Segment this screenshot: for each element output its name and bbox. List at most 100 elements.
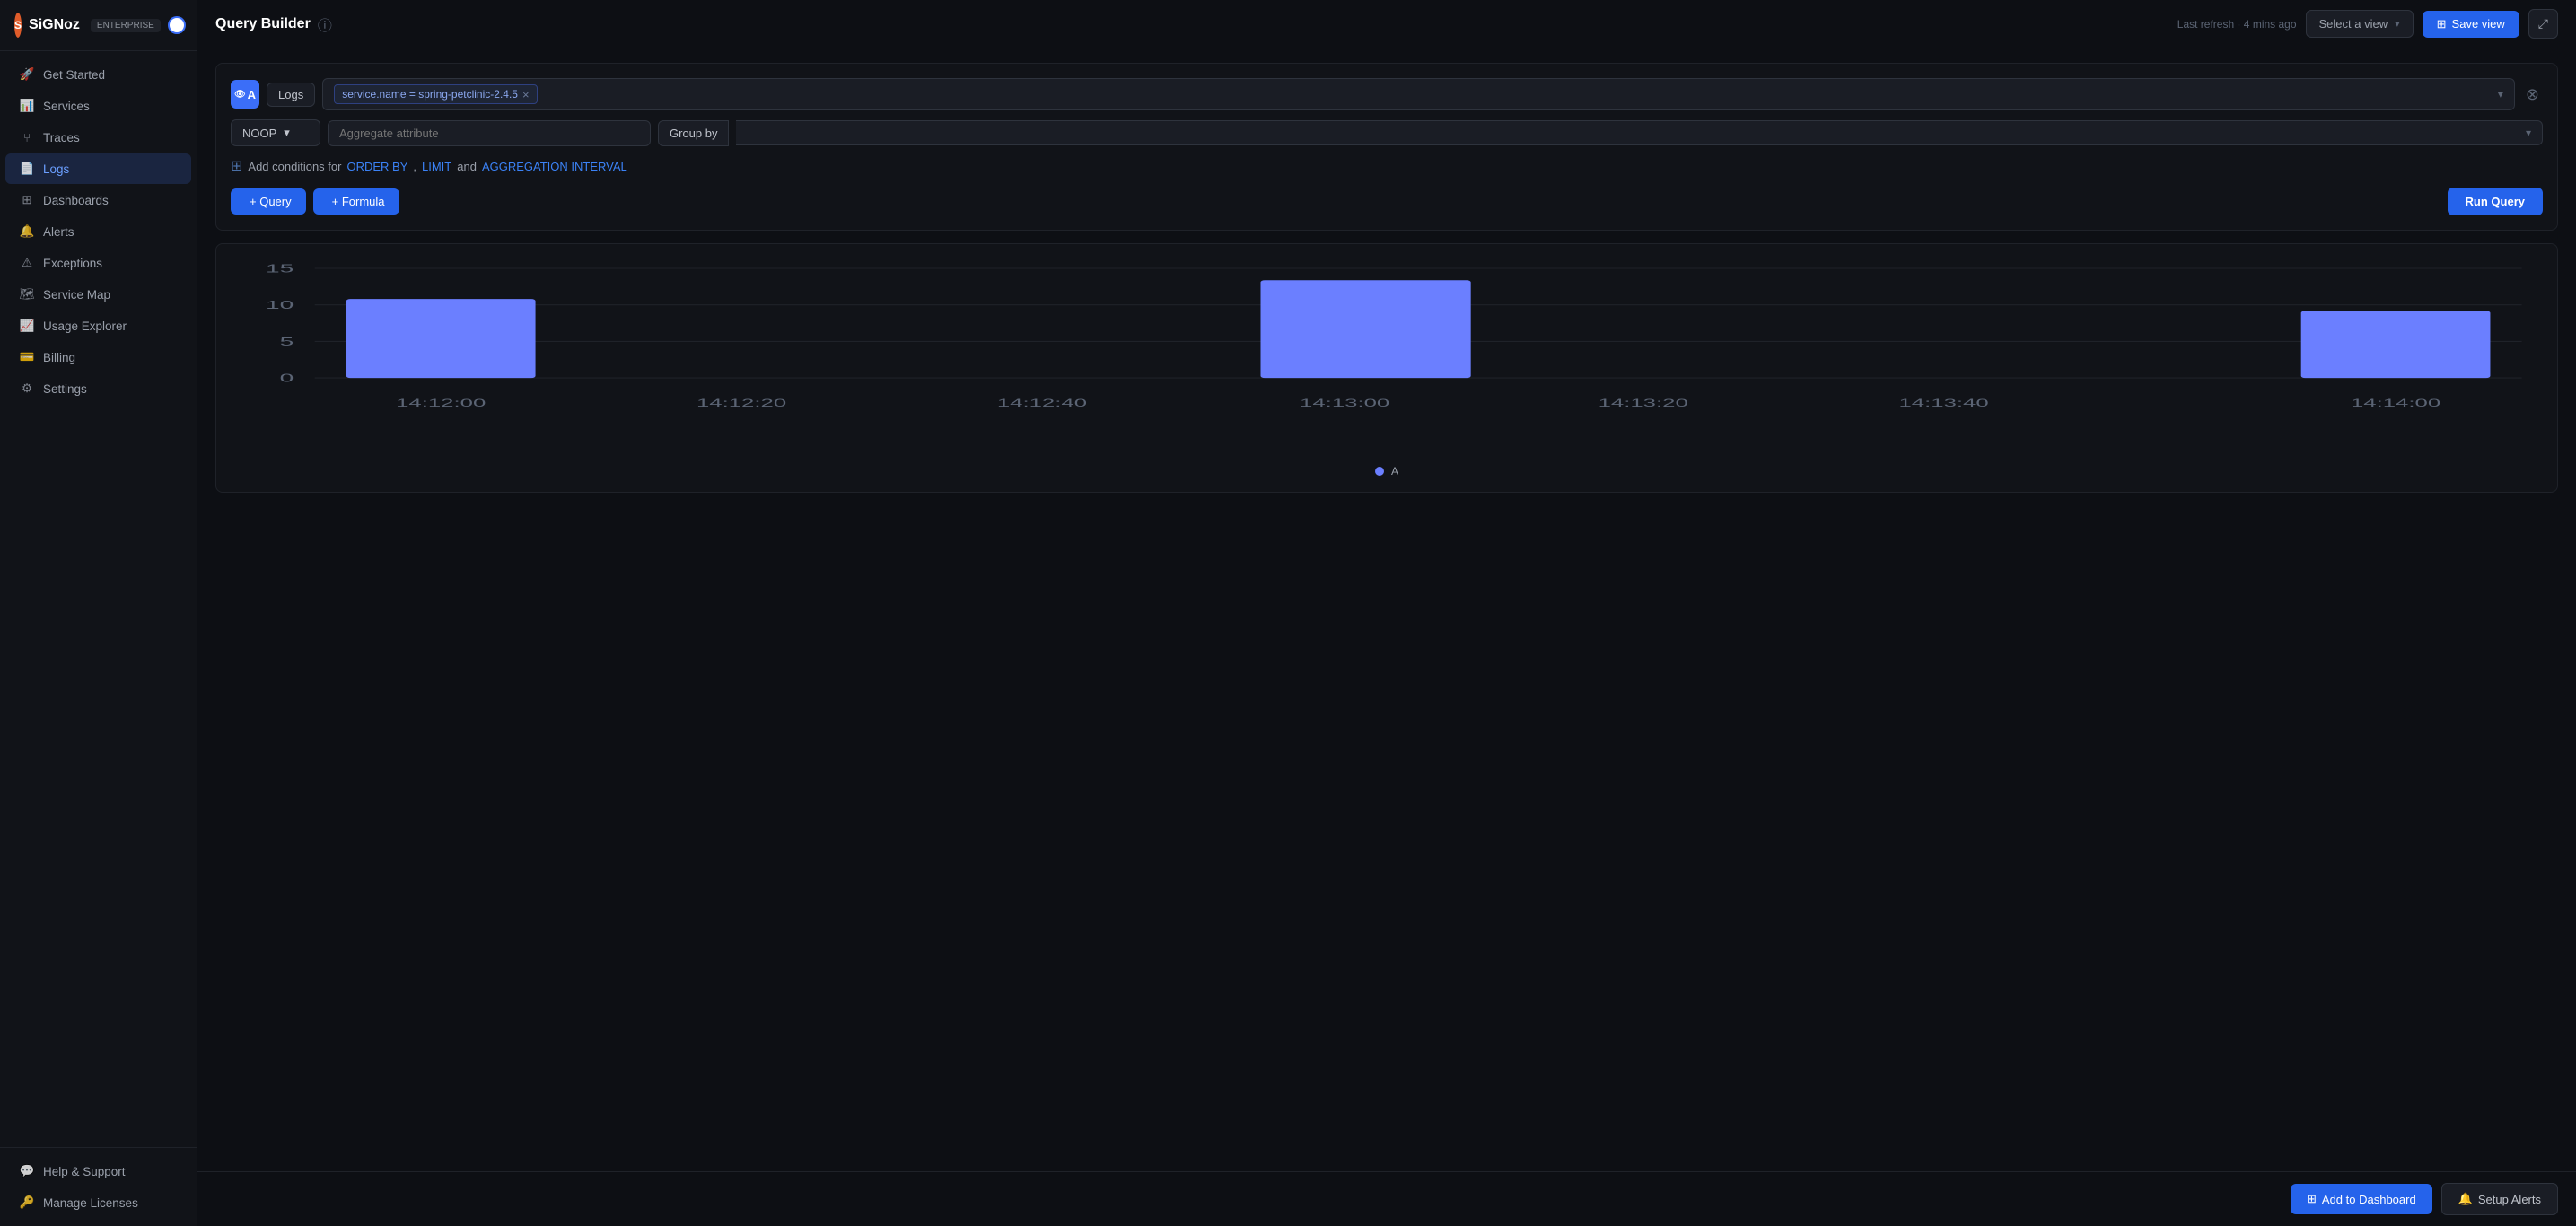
svg-text:14:12:00: 14:12:00 xyxy=(396,398,486,409)
add-conditions-icon[interactable]: ⊞ xyxy=(231,157,242,175)
page-title: Query Builder xyxy=(215,16,311,32)
sidebar-item-settings[interactable]: ⚙ Settings xyxy=(5,373,191,404)
filter-tag: service.name = spring-petclinic-2.4.5 × xyxy=(334,84,537,104)
svg-text:14:13:00: 14:13:00 xyxy=(1300,398,1389,409)
svg-text:14:13:20: 14:13:20 xyxy=(1599,398,1688,409)
content-area: 👁 A Logs service.name = spring-petclinic… xyxy=(197,48,2576,1171)
topbar-right: Last refresh · 4 mins ago Select a view … xyxy=(2177,9,2558,39)
setup-alerts-button[interactable]: 🔔 Setup Alerts xyxy=(2441,1183,2558,1215)
logo-icon: S xyxy=(14,13,22,38)
sidebar-item-label: Manage Licenses xyxy=(43,1196,138,1210)
sidebar-item-label: Traces xyxy=(43,131,80,144)
svg-text:14:13:40: 14:13:40 xyxy=(1898,398,1988,409)
sidebar-item-label: Billing xyxy=(43,351,75,364)
query-label-a[interactable]: 👁 A xyxy=(231,80,259,109)
group-by-chevron-icon: ▾ xyxy=(2526,127,2531,139)
filter-field[interactable]: service.name = spring-petclinic-2.4.5 × … xyxy=(322,78,2515,110)
settings-icon: ⚙ xyxy=(20,381,34,396)
sidebar-footer: 💬 Help & Support 🔑 Manage Licenses xyxy=(0,1147,197,1226)
select-view-label: Select a view xyxy=(2319,17,2388,31)
sidebar-item-label: Settings xyxy=(43,382,87,396)
theme-toggle-knob xyxy=(170,18,184,32)
chevron-down-icon: ▾ xyxy=(2395,18,2400,30)
sidebar-item-service-map[interactable]: 🗺 Service Map xyxy=(5,279,191,310)
alert-triangle-icon: ⚠ xyxy=(20,256,34,270)
sidebar-item-help-support[interactable]: 💬 Help & Support xyxy=(5,1156,191,1187)
add-to-dashboard-button[interactable]: ⊞ Add to Dashboard xyxy=(2291,1184,2432,1214)
sidebar-item-logs[interactable]: 📄 Logs xyxy=(5,153,191,184)
select-view-button[interactable]: Select a view ▾ xyxy=(2306,10,2414,38)
svg-text:14:12:40: 14:12:40 xyxy=(997,398,1087,409)
aggregation-select[interactable]: NOOP ▾ xyxy=(231,119,320,146)
logo-text: SiGNoz xyxy=(29,17,80,33)
aggregate-attribute-input[interactable] xyxy=(328,120,651,146)
git-branch-icon: ⑂ xyxy=(20,130,34,144)
query-close-button[interactable]: ⊗ xyxy=(2522,83,2543,106)
add-formula-button[interactable]: + Formula xyxy=(313,188,399,215)
sidebar-item-label: Usage Explorer xyxy=(43,320,127,333)
sidebar-item-usage-explorer[interactable]: 📈 Usage Explorer xyxy=(5,311,191,341)
topbar-left: Query Builder ⓘ xyxy=(215,13,332,35)
add-query-button[interactable]: + Query xyxy=(231,188,306,215)
agg-chevron-icon: ▾ xyxy=(284,126,290,140)
svg-text:14:14:00: 14:14:00 xyxy=(2351,398,2440,409)
add-dashboard-label: Add to Dashboard xyxy=(2322,1193,2416,1206)
filter-tag-close-icon[interactable]: × xyxy=(522,89,530,101)
query-actions: + Query + Formula Run Query xyxy=(231,188,2543,215)
alerts-icon: 🔔 xyxy=(2458,1192,2473,1206)
theme-toggle[interactable] xyxy=(168,16,186,34)
query-id: A xyxy=(248,88,256,101)
sidebar-item-label: Service Map xyxy=(43,288,110,302)
bar-chart-icon: 📊 xyxy=(20,99,34,113)
sidebar-item-get-started[interactable]: 🚀 Get Started xyxy=(5,59,191,90)
sidebar-item-alerts[interactable]: 🔔 Alerts xyxy=(5,216,191,247)
sidebar-header: S SiGNoz ENTERPRISE xyxy=(0,0,197,51)
sidebar-item-dashboards[interactable]: ⊞ Dashboards xyxy=(5,185,191,215)
chart-svg: 15 10 5 0 14:12:00 14:12:20 14:12:40 14: xyxy=(231,258,2543,456)
sidebar-item-label: Dashboards xyxy=(43,194,109,207)
sidebar-item-services[interactable]: 📊 Services xyxy=(5,91,191,121)
share-icon: ⤢ xyxy=(2538,16,2548,31)
sidebar-item-traces[interactable]: ⑂ Traces xyxy=(5,122,191,153)
file-text-icon: 📄 xyxy=(20,162,34,176)
conditions-text: Add conditions for xyxy=(248,160,341,173)
chart-panel: 15 10 5 0 14:12:00 14:12:20 14:12:40 14: xyxy=(215,243,2558,493)
filter-chevron-icon: ▾ xyxy=(2498,88,2503,101)
add-query-label: + Query xyxy=(250,195,292,208)
trending-up-icon: 📈 xyxy=(20,319,34,333)
chart-container: 15 10 5 0 14:12:00 14:12:20 14:12:40 14: xyxy=(231,258,2543,456)
sidebar-item-label: Logs xyxy=(43,162,69,176)
query-builder-panel: 👁 A Logs service.name = spring-petclinic… xyxy=(215,63,2558,231)
run-query-label: Run Query xyxy=(2466,195,2525,208)
group-by-value[interactable]: ▾ xyxy=(736,120,2543,145)
save-view-button[interactable]: ⊞ Save view xyxy=(2423,11,2519,38)
sidebar-item-label: Help & Support xyxy=(43,1165,126,1178)
legend-dot-a xyxy=(1375,467,1384,476)
aggregation-row: NOOP ▾ Group by ▾ xyxy=(231,119,2543,146)
help-circle-icon[interactable]: ⓘ xyxy=(318,13,332,35)
key-icon: 🔑 xyxy=(20,1195,34,1210)
svg-text:5: 5 xyxy=(280,335,294,348)
sidebar-item-label: Exceptions xyxy=(43,257,102,270)
credit-card-icon: 💳 xyxy=(20,350,34,364)
sidebar-item-manage-licenses[interactable]: 🔑 Manage Licenses xyxy=(5,1187,191,1218)
logo-initials: S xyxy=(14,19,22,31)
sidebar-item-label: Get Started xyxy=(43,68,105,82)
map-icon: 🗺 xyxy=(20,287,34,302)
sidebar-item-billing[interactable]: 💳 Billing xyxy=(5,342,191,372)
topbar: Query Builder ⓘ Last refresh · 4 mins ag… xyxy=(197,0,2576,48)
message-circle-icon: 💬 xyxy=(20,1164,34,1178)
limit-link[interactable]: LIMIT xyxy=(422,160,451,173)
sidebar-item-label: Services xyxy=(43,100,90,113)
agg-interval-link[interactable]: AGGREGATION INTERVAL xyxy=(482,160,627,173)
enterprise-badge: ENTERPRISE xyxy=(91,19,161,32)
share-button[interactable]: ⤢ xyxy=(2528,9,2558,39)
sidebar-item-exceptions[interactable]: ⚠ Exceptions xyxy=(5,248,191,278)
source-badge[interactable]: Logs xyxy=(267,83,315,107)
svg-text:10: 10 xyxy=(266,298,294,311)
and-text: and xyxy=(457,160,477,173)
svg-text:14:12:20: 14:12:20 xyxy=(697,398,786,409)
sidebar-nav: 🚀 Get Started 📊 Services ⑂ Traces 📄 Logs… xyxy=(0,51,197,1147)
order-by-link[interactable]: ORDER BY xyxy=(346,160,407,173)
run-query-button[interactable]: Run Query xyxy=(2448,188,2543,215)
